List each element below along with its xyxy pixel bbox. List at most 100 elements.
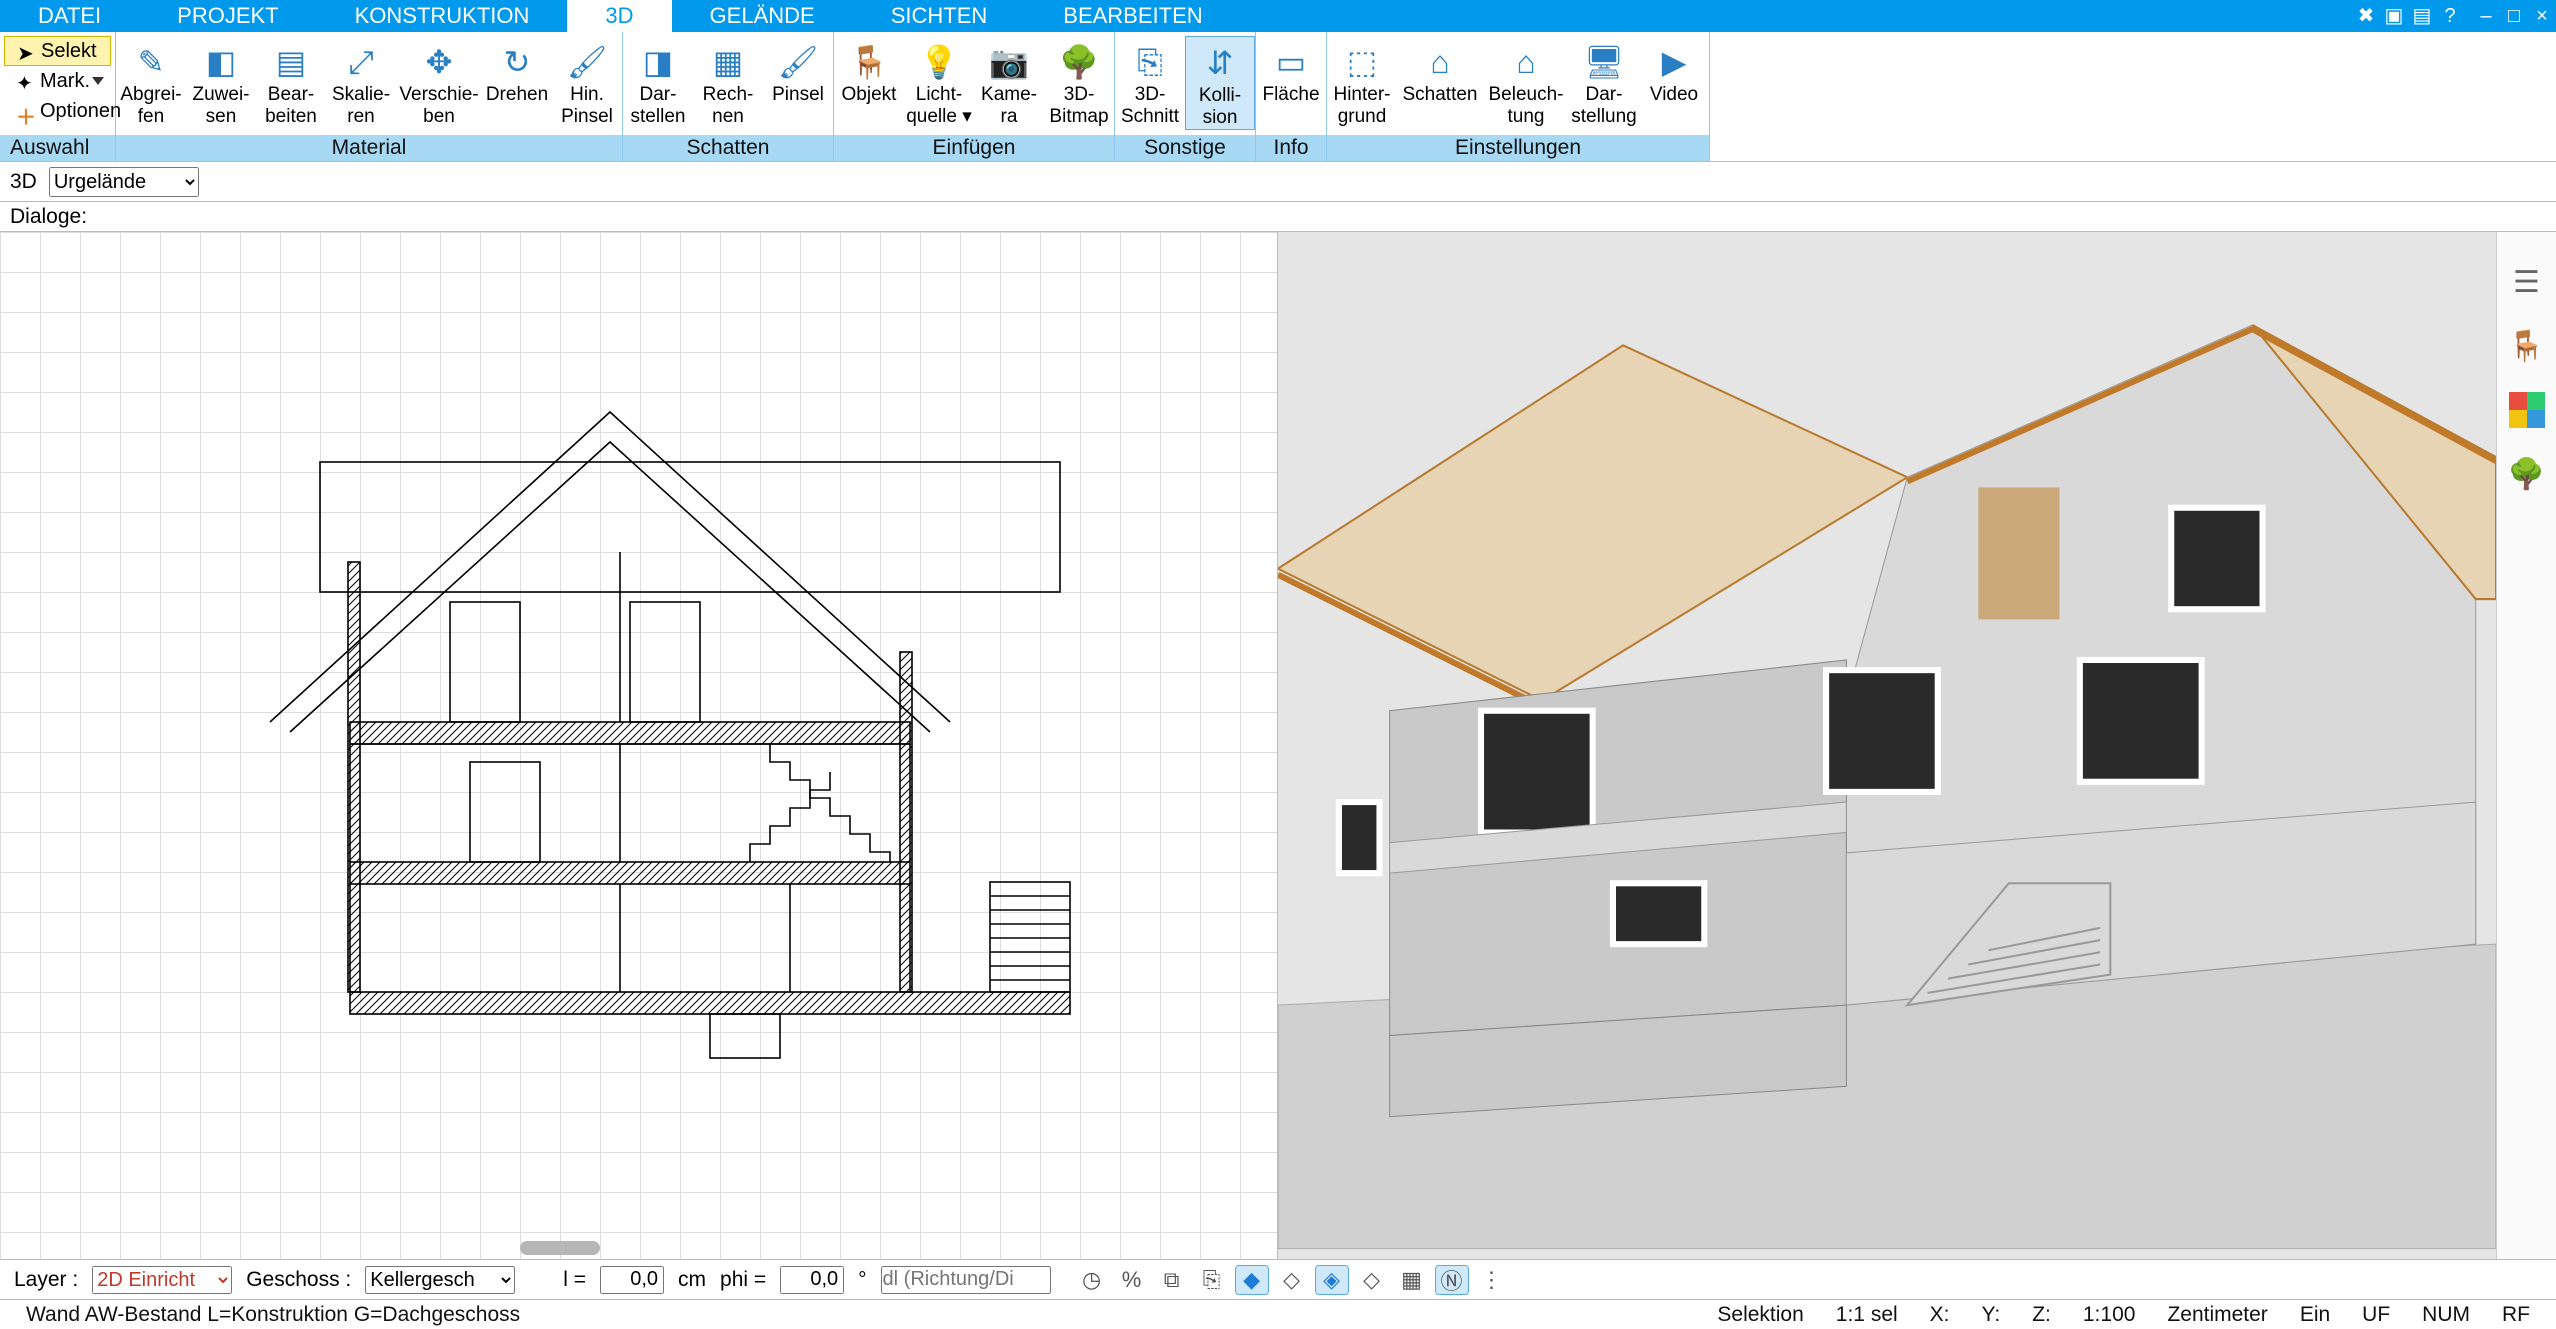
skalieren-button[interactable]: ⤢Skalie-ren [326, 36, 396, 128]
darstellen-icon: ◨ [623, 40, 693, 84]
horizontal-scrollbar[interactable] [520, 1241, 600, 1255]
lichtquelle-button[interactable]: 💡Licht-quelle ▾ [904, 36, 974, 128]
phi-unit: ° [858, 1268, 866, 1292]
layer1-icon[interactable]: ◇ [1275, 1265, 1309, 1295]
view-terrain-select[interactable]: Urgelände [49, 167, 199, 197]
layer-label: Layer : [14, 1268, 78, 1292]
menu-datei[interactable]: DATEI [0, 0, 139, 32]
layers-icon[interactable]: ☰ [2507, 262, 2547, 302]
menu-projekt[interactable]: PROJEKT [139, 0, 316, 32]
bearbeiten-icon: ▤ [256, 40, 326, 84]
hin-pinsel-label2: Pinsel [552, 106, 622, 128]
drehen-button[interactable]: ↻Drehen [482, 36, 552, 106]
plus-icon: ＋ [16, 101, 36, 121]
video-button[interactable]: ▶Video [1639, 36, 1709, 106]
percent-icon[interactable]: % [1115, 1265, 1149, 1295]
layer2-icon[interactable]: ◈ [1315, 1265, 1349, 1295]
north-icon[interactable]: Ⓝ [1435, 1265, 1469, 1295]
rechnen-button[interactable]: ▦Rech-nen [693, 36, 763, 128]
mark-icon: ✦ [16, 71, 36, 91]
kollision-button[interactable]: ⇵Kolli-sion [1185, 36, 1255, 130]
ribbon: ➤ Selekt ✦ Mark. ＋ Optionen Auswahl ✎Abg… [0, 32, 2556, 162]
length-input[interactable] [600, 1266, 664, 1294]
status-on: Ein [2284, 1303, 2346, 1327]
help-icon[interactable]: ? [2436, 0, 2464, 32]
flaeche-button[interactable]: ▭Fläche [1256, 36, 1326, 106]
zuweisen-button[interactable]: ◧Zuwei-sen [186, 36, 256, 128]
hin-pinsel-button[interactable]: 🖌Hin.Pinsel [552, 36, 622, 128]
more-icon[interactable]: ⋮ [1475, 1265, 1509, 1295]
grid-icon[interactable]: ▦ [1395, 1265, 1429, 1295]
hintergrund-label1: Hinter- [1327, 84, 1397, 106]
viewport-2d[interactable] [0, 232, 1278, 1259]
verschieben-button[interactable]: ✥Verschie-ben [396, 36, 482, 128]
side-panel: ☰ 🪑 🌳 [2496, 232, 2556, 1259]
viewport-3d[interactable] [1278, 232, 2496, 1259]
3d-bitmap-label1: 3D- [1044, 84, 1114, 106]
blue3d-icon[interactable]: ◆ [1235, 1265, 1269, 1295]
status-x: X: [1914, 1303, 1966, 1327]
length-label: l = [563, 1268, 586, 1292]
tree-icon[interactable]: 🌳 [2507, 454, 2547, 494]
hin-pinsel-icon: 🖌 [552, 40, 622, 84]
status-scale: 1:100 [2067, 1303, 2152, 1327]
layer3-icon[interactable]: ◇ [1355, 1265, 1389, 1295]
3d-bitmap-icon: 🌳 [1044, 40, 1114, 84]
schatten-set-button[interactable]: ⌂Schatten [1397, 36, 1483, 106]
view-bar: 3D Urgelände [0, 162, 2556, 202]
video-label1: Video [1639, 84, 1709, 106]
darstellung-button[interactable]: 🖥Dar-stellung [1569, 36, 1639, 128]
view-mode-label: 3D [10, 170, 37, 194]
status-bar: Wand AW-Bestand L=Konstruktion G=Dachges… [0, 1299, 2556, 1329]
menu-bearbeiten[interactable]: BEARBEITEN [1025, 0, 1240, 32]
lichtquelle-label1: Licht- [904, 84, 974, 106]
beleuchtung-button[interactable]: ⌂Beleuch-tung [1483, 36, 1569, 128]
minimize-button[interactable]: – [2472, 0, 2500, 32]
verschieben-label2: ben [396, 106, 482, 128]
maximize-button[interactable]: □ [2500, 0, 2528, 32]
geschoss-select[interactable]: Kellergesch [365, 1266, 515, 1294]
abgreifen-button[interactable]: ✎Abgrei-fen [116, 36, 186, 128]
3d-schnitt-button[interactable]: ⎘3D-Schnitt [1115, 36, 1185, 128]
darstellung-label1: Dar- [1569, 84, 1639, 106]
phi-label: phi = [720, 1268, 766, 1292]
abgreifen-label1: Abgrei- [116, 84, 186, 106]
darstellen-button[interactable]: ◨Dar-stellen [623, 36, 693, 128]
dialog-bar: Dialoge: [0, 202, 2556, 232]
options-button[interactable]: ＋ Optionen [4, 96, 111, 126]
phi-input[interactable] [780, 1266, 844, 1294]
darstellung-label2: stellung [1569, 106, 1639, 128]
menu-gelaende[interactable]: GELÄNDE [672, 0, 853, 32]
3d-bitmap-button[interactable]: 🌳3D-Bitmap [1044, 36, 1114, 128]
pinsel-button[interactable]: 🖌Pinsel [763, 36, 833, 106]
objekt-button[interactable]: 🪑Objekt [834, 36, 904, 106]
select-button[interactable]: ➤ Selekt [4, 36, 111, 66]
geschoss-label: Geschoss : [246, 1268, 351, 1292]
ribbon-caption-einfügen: Einfügen [834, 135, 1114, 161]
bearbeiten-button[interactable]: ▤Bear-beiten [256, 36, 326, 128]
menu-konstruktion[interactable]: KONSTRUKTION [317, 0, 568, 32]
copy-icon[interactable]: ⎘ [1195, 1265, 1229, 1295]
verschieben-label1: Verschie- [396, 84, 482, 106]
select-label: Selekt [41, 40, 97, 63]
direction-input[interactable] [881, 1266, 1051, 1294]
kamera-button[interactable]: 📷Kame-ra [974, 36, 1044, 128]
lichtquelle-icon: 💡 [904, 40, 974, 84]
clock-icon[interactable]: ◷ [1075, 1265, 1109, 1295]
mark-button[interactable]: ✦ Mark. [4, 66, 111, 96]
close-button[interactable]: × [2528, 0, 2556, 32]
chair-icon[interactable]: 🪑 [2507, 326, 2547, 366]
ribbon-caption-auswahl: Auswahl [0, 135, 115, 161]
menu-sichten[interactable]: SICHTEN [853, 0, 1026, 32]
status-hint: Wand AW-Bestand L=Konstruktion G=Dachges… [10, 1303, 536, 1327]
tool-icon-1[interactable]: ✖ [2352, 0, 2380, 32]
layer-select[interactable]: 2D Einricht [92, 1266, 232, 1294]
verschieben-icon: ✥ [396, 40, 482, 84]
group-icon[interactable]: ⧉ [1155, 1265, 1189, 1295]
3d-schnitt-label2: Schnitt [1115, 106, 1185, 128]
menu-3d[interactable]: 3D [567, 0, 671, 32]
palette-icon[interactable] [2507, 390, 2547, 430]
hintergrund-button[interactable]: ⬚Hinter-grund [1327, 36, 1397, 128]
tool-icon-2[interactable]: ▣ [2380, 0, 2408, 32]
tool-icon-3[interactable]: ▤ [2408, 0, 2436, 32]
